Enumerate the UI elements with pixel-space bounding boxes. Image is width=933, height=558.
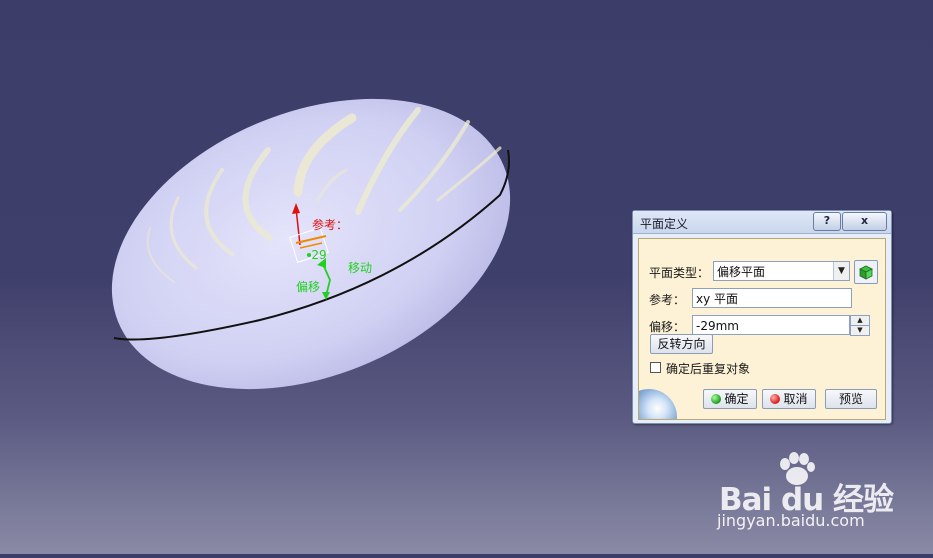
- reference-annotation: 参考：: [312, 217, 348, 232]
- move-annotation: 移动: [348, 261, 372, 275]
- baidu-url: jingyan.baidu.com: [717, 511, 865, 530]
- ok-label: 确定: [724, 392, 749, 406]
- plane-type-select[interactable]: 偏移平面 ▼: [713, 261, 850, 281]
- repeat-object-checkbox[interactable]: [650, 362, 661, 373]
- dialog-titlebar[interactable]: 平面定义 ? x: [633, 211, 891, 234]
- dialog-title: 平面定义: [640, 217, 689, 231]
- close-button[interactable]: x: [842, 212, 887, 231]
- ok-button[interactable]: 确定: [703, 389, 757, 409]
- reverse-direction-button[interactable]: 反转方向: [650, 334, 713, 354]
- cancel-label: 取消: [783, 392, 808, 406]
- baidu-watermark: Bai du 经验 jingyan.baidu.com: [712, 452, 902, 542]
- offset-value-annotation: -29: [307, 248, 327, 262]
- cancel-button[interactable]: 取消: [762, 389, 816, 409]
- ellipsoid-surface[interactable]: [69, 44, 554, 445]
- offset-spin-down-icon[interactable]: ▼: [850, 325, 870, 336]
- chevron-down-icon[interactable]: ▼: [833, 262, 849, 280]
- offset-label: 偏移：: [649, 320, 686, 334]
- preview-button[interactable]: 预览: [825, 389, 877, 409]
- offset-annotation: 偏移: [296, 279, 320, 294]
- plane-definition-dialog: 平面定义 ? x 平面类型： 偏移平面 ▼ 参考： xy 平面 偏移： -29m…: [632, 210, 892, 424]
- plane-type-value: 偏移平面: [717, 265, 766, 279]
- globe-decoration: [639, 389, 677, 419]
- repeat-object-label: 确定后重复对象: [666, 362, 751, 376]
- ok-status-icon: [711, 394, 722, 404]
- plane-type-label: 平面类型：: [649, 266, 710, 280]
- help-button[interactable]: ?: [813, 212, 841, 231]
- axis-system-icon: [859, 265, 873, 280]
- cancel-status-icon: [770, 394, 781, 404]
- axis-system-button[interactable]: [854, 260, 878, 284]
- reference-label: 参考：: [649, 293, 686, 307]
- offset-input[interactable]: -29mm: [692, 315, 850, 335]
- dialog-body: 平面类型： 偏移平面 ▼ 参考： xy 平面 偏移： -29mm ▲ ▼ 反转方…: [638, 238, 886, 420]
- reference-input[interactable]: xy 平面: [692, 288, 852, 308]
